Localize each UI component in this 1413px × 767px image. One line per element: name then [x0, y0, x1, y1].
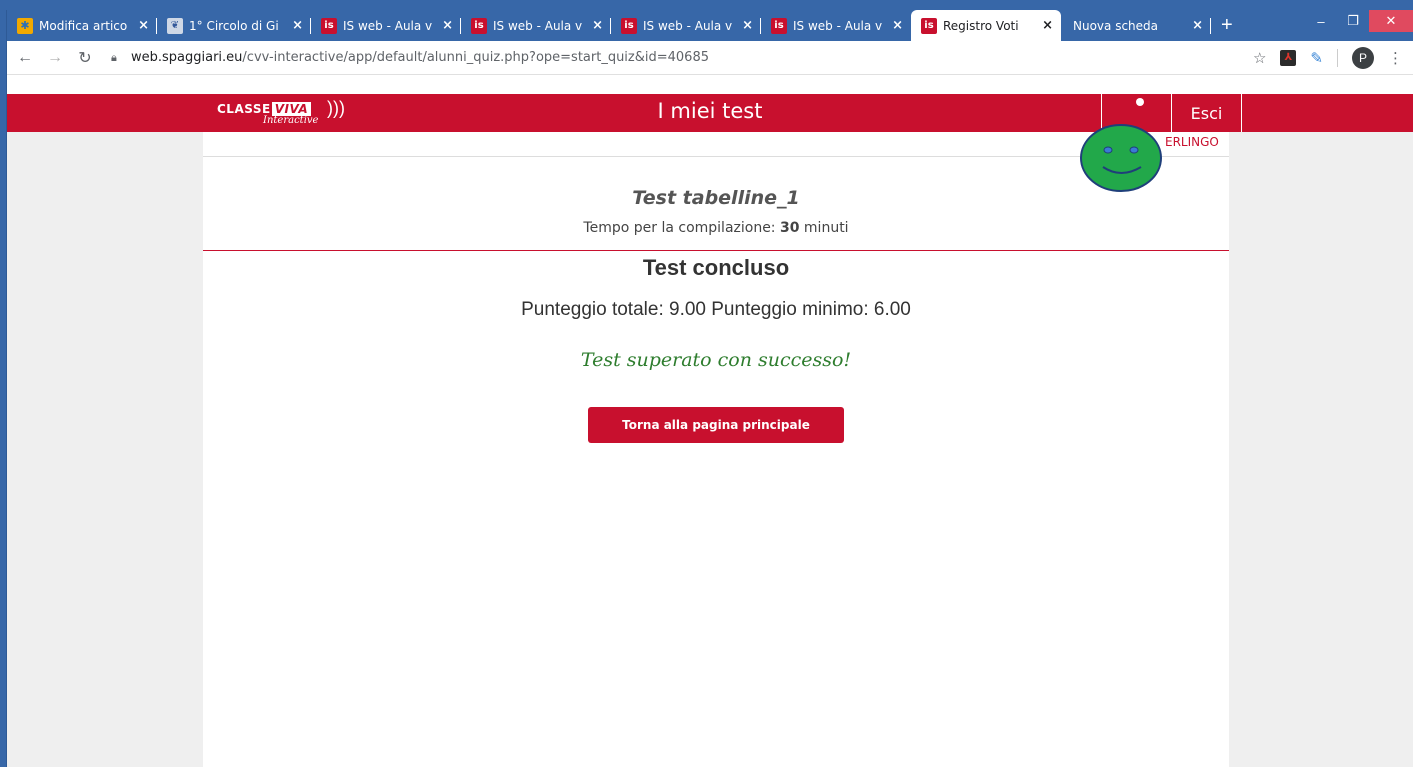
toolbar-actions: ☆ ⅄ ✎ P ⋮ — [1253, 46, 1403, 69]
feather-extension-icon[interactable]: ✎ — [1310, 49, 1323, 67]
restore-icon[interactable]: ❐ — [1337, 10, 1369, 32]
close-icon[interactable]: × — [592, 18, 603, 33]
browser-window: ✱ Modifica artico × ❦ 1° Circolo di Gi ×… — [0, 0, 1413, 767]
back-icon[interactable]: ← — [13, 46, 37, 70]
joomla-icon: ✱ — [17, 17, 33, 34]
close-icon[interactable]: × — [138, 18, 149, 33]
close-icon[interactable]: × — [742, 18, 753, 33]
tab-label: Registro Voti — [943, 18, 1019, 33]
reload-icon[interactable]: ↻ — [73, 46, 97, 70]
tab-label: IS web - Aula v — [793, 18, 883, 33]
logout-button[interactable]: Esci — [1171, 94, 1242, 132]
close-icon[interactable]: × — [1192, 18, 1203, 33]
user-icon — [1136, 98, 1144, 106]
test-title: Test tabelline_1 — [632, 187, 800, 209]
test-status: Test concluso — [642, 255, 790, 280]
new-tab-button[interactable]: + — [1211, 10, 1243, 41]
tab-label: 1° Circolo di Gi — [189, 18, 279, 33]
tab-is-web-1[interactable]: is IS web - Aula v × — [311, 10, 461, 41]
bookmark-star-icon[interactable]: ☆ — [1253, 49, 1266, 67]
tab-registro-voti[interactable]: is Registro Voti × — [911, 10, 1061, 41]
score-summary: Punteggio totale: 9.00 Punteggio minimo:… — [521, 299, 911, 320]
back-to-home-button[interactable]: Torna alla pagina principale — [588, 407, 844, 443]
tab-is-web-3[interactable]: is IS web - Aula v × — [611, 10, 761, 41]
tab-strip: ✱ Modifica artico × ❦ 1° Circolo di Gi ×… — [7, 10, 1413, 41]
is-icon: is — [921, 17, 937, 34]
is-icon: is — [771, 17, 787, 34]
browser-toolbar: ← → ↻ 🔒︎ web.spaggiari.eu/cvv-interactiv… — [7, 41, 1413, 75]
tab-circolo[interactable]: ❦ 1° Circolo di Gi × — [157, 10, 311, 41]
user-name-right: ERLINGO — [1165, 135, 1219, 149]
forward-icon[interactable]: → — [43, 46, 67, 70]
tab-modifica-articolo[interactable]: ✱ Modifica artico × — [7, 10, 157, 41]
result-message: Test superato con successo! — [580, 349, 852, 371]
menu-kebab-icon[interactable]: ⋮ — [1388, 49, 1403, 67]
close-icon[interactable]: × — [1042, 18, 1053, 33]
lock-icon: 🔒︎ — [111, 50, 117, 64]
divider — [203, 250, 1229, 251]
minimize-icon[interactable]: – — [1305, 10, 1337, 32]
pdf-extension-icon[interactable]: ⅄ — [1280, 49, 1297, 66]
tab-label: IS web - Aula v — [643, 18, 733, 33]
address-bar[interactable]: 🔒︎ web.spaggiari.eu/cvv-interactive/app/… — [111, 44, 1253, 72]
is-icon: is — [471, 17, 487, 34]
page-viewport: CLASSE VIVA Interactive ))) I miei test E… — [7, 75, 1413, 767]
tab-is-web-4[interactable]: is IS web - Aula v × — [761, 10, 911, 41]
window-close-icon[interactable]: ✕ — [1369, 10, 1413, 32]
school-icon: ❦ — [167, 17, 183, 34]
close-icon[interactable]: × — [892, 18, 903, 33]
is-icon: is — [621, 17, 637, 34]
tab-label: Nuova scheda — [1073, 18, 1159, 33]
smiley-face-icon — [1080, 124, 1162, 192]
browser-inner: ✱ Modifica artico × ❦ 1° Circolo di Gi ×… — [6, 10, 1413, 767]
window-controls: – ❐ ✕ — [1305, 10, 1413, 32]
tab-label: IS web - Aula v — [343, 18, 433, 33]
profile-avatar[interactable]: P — [1352, 46, 1374, 69]
test-duration-value: 30 — [779, 220, 800, 236]
tab-label: Modifica artico — [39, 18, 128, 33]
url-path: /cvv-interactive/app/default/alunni_quiz… — [242, 50, 709, 65]
tab-label: IS web - Aula v — [493, 18, 583, 33]
close-icon[interactable]: × — [292, 18, 303, 33]
close-icon[interactable]: × — [442, 18, 453, 33]
is-icon: is — [321, 17, 337, 34]
tab-is-web-2[interactable]: is IS web - Aula v × — [461, 10, 611, 41]
tab-nuova-scheda[interactable]: Nuova scheda × — [1061, 10, 1211, 41]
url-host: web.spaggiari.eu — [131, 50, 243, 65]
test-duration: Tempo per la compilazione: 30 minuti — [583, 220, 849, 236]
